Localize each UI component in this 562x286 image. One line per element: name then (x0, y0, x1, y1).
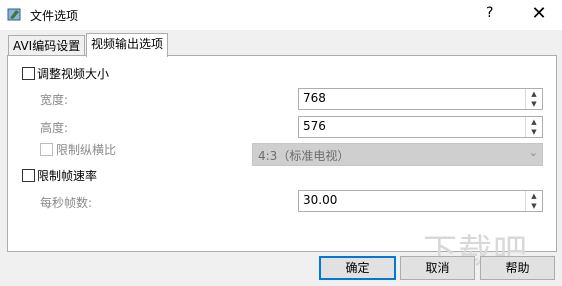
fps-spin-buttons: ▲ ▼ (525, 191, 542, 211)
ok-button[interactable]: 确定 (319, 256, 396, 280)
height-value: 576 (303, 119, 326, 133)
height-label: 高度: (40, 121, 69, 135)
fps-value: 30.00 (303, 193, 338, 207)
resize-label: 调整视频大小 (37, 67, 110, 81)
window-title: 文件选项 (30, 9, 79, 23)
app-icon (7, 8, 21, 21)
tab-video-output[interactable]: 视频输出选项 (86, 33, 169, 57)
framerate-checkbox[interactable] (22, 169, 35, 182)
aspect-checkbox[interactable] (40, 143, 53, 156)
spin-up-icon[interactable]: ▲ (526, 191, 542, 201)
close-icon[interactable]: ✕ (522, 2, 556, 26)
aspect-dropdown[interactable]: 4:3（标准电视） ⌄ (252, 143, 543, 166)
help-icon[interactable]: ? (486, 5, 493, 21)
height-spin-buttons: ▲ ▼ (525, 117, 542, 137)
chevron-down-icon: ⌄ (528, 146, 538, 159)
fps-label: 每秒帧数: (40, 196, 93, 210)
resize-checkbox[interactable] (22, 67, 35, 80)
cancel-button[interactable]: 取消 (400, 256, 475, 280)
help-button[interactable]: 帮助 (480, 256, 555, 280)
tab-avi-encoding[interactable]: AVI编码设置 (8, 35, 86, 56)
spin-down-icon[interactable]: ▼ (526, 127, 542, 137)
width-spin-buttons: ▲ ▼ (525, 89, 542, 109)
width-label: 宽度: (40, 93, 69, 107)
framerate-label: 限制帧速率 (37, 169, 98, 183)
fps-spinbox[interactable]: 30.00 ▲ ▼ (298, 190, 543, 212)
spin-down-icon[interactable]: ▼ (526, 201, 542, 211)
width-value: 768 (303, 91, 326, 105)
spin-up-icon[interactable]: ▲ (526, 117, 542, 127)
height-spinbox[interactable]: 576 ▲ ▼ (298, 116, 543, 138)
aspect-label: 限制纵横比 (56, 143, 117, 157)
aspect-value: 4:3（标准电视） (258, 149, 350, 163)
width-spinbox[interactable]: 768 ▲ ▼ (298, 88, 543, 110)
title-bar (0, 0, 562, 30)
spin-down-icon[interactable]: ▼ (526, 99, 542, 109)
spin-up-icon[interactable]: ▲ (526, 89, 542, 99)
